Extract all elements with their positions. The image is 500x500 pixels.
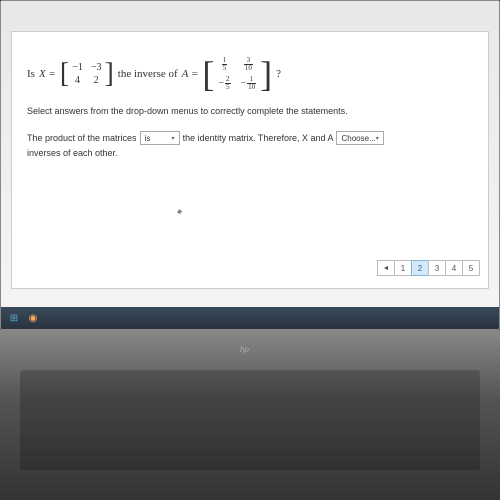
- answer-statement: The product of the matrices is ▾ the ide…: [27, 131, 473, 158]
- matrix-x-content: −1 −3 4 2: [69, 62, 104, 86]
- bracket-right-icon: ]: [260, 60, 272, 89]
- cursor-icon: ⌖: [176, 206, 184, 218]
- screen-area: Is X = [ −1 −3 4 2 ] the inverse of A = …: [0, 0, 500, 330]
- chevron-down-icon: ▾: [172, 135, 175, 142]
- question-prefix: Is: [27, 68, 35, 80]
- var-x: X =: [39, 68, 56, 80]
- browser-icon[interactable]: ◉: [25, 310, 41, 326]
- dropdown-choose[interactable]: Choose... ▾: [336, 131, 383, 145]
- question-equation: Is X = [ −1 −3 4 2 ] the inverse of A = …: [27, 57, 473, 91]
- question-suffix: ?: [276, 68, 281, 80]
- bracket-left-icon: [: [202, 60, 214, 89]
- matrix-cell: 4: [72, 75, 83, 86]
- dropdown-value: Choose...: [341, 134, 375, 143]
- question-window: Is X = [ −1 −3 4 2 ] the inverse of A = …: [11, 31, 489, 289]
- matrix-x: [ −1 −3 4 2 ]: [60, 62, 114, 86]
- instructions-text: Select answers from the drop-down menus …: [27, 106, 473, 116]
- var-a: A =: [182, 68, 199, 80]
- pagination-page-4[interactable]: 4: [445, 260, 463, 276]
- pagination-page-5[interactable]: 5: [462, 260, 480, 276]
- pagination: ◄ 1 2 3 4 5: [378, 260, 480, 276]
- keyboard-area: [20, 370, 480, 470]
- matrix-cell: 15: [218, 57, 230, 72]
- hp-logo: hp: [240, 345, 249, 354]
- matrix-cell: 2: [91, 75, 102, 86]
- chevron-down-icon: ▾: [376, 135, 379, 142]
- matrix-a: [ 15 310 − 25 − 110: [202, 57, 272, 91]
- matrix-a-content: 15 310 − 25 − 110: [214, 57, 260, 91]
- pagination-prev[interactable]: ◄: [377, 260, 395, 276]
- dropdown-value: is: [145, 134, 151, 143]
- matrix-cell: − 110: [241, 76, 257, 91]
- answer-text: the identity matrix. Therefore, X and A: [183, 133, 334, 143]
- pagination-page-1[interactable]: 1: [394, 260, 412, 276]
- matrix-cell: −1: [72, 62, 83, 73]
- matrix-cell: −3: [91, 62, 102, 73]
- dropdown-is[interactable]: is ▾: [140, 131, 180, 145]
- matrix-cell: 310: [241, 57, 257, 72]
- bracket-right-icon: ]: [104, 63, 113, 85]
- pagination-page-2[interactable]: 2: [411, 260, 429, 276]
- bracket-left-icon: [: [60, 63, 69, 85]
- answer-text: The product of the matrices: [27, 133, 137, 143]
- pagination-page-3[interactable]: 3: [428, 260, 446, 276]
- matrix-cell: − 25: [218, 76, 230, 91]
- start-icon[interactable]: ⊞: [6, 310, 22, 326]
- answer-text: inverses of each other.: [27, 148, 118, 158]
- question-middle: the inverse of: [118, 68, 178, 80]
- taskbar: ⊞ ◉: [1, 307, 499, 329]
